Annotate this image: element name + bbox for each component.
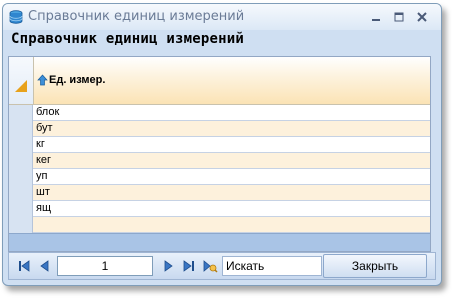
maximize-icon[interactable]: [392, 10, 406, 24]
grid-filler: [9, 217, 33, 233]
sort-ascending-icon: [37, 74, 48, 86]
form-heading: Справочник единиц измерений: [11, 31, 244, 47]
table-cell: ящ: [36, 202, 52, 214]
new-row[interactable]: [9, 217, 430, 233]
row-selector[interactable]: [9, 137, 33, 153]
next-record-icon[interactable]: [160, 258, 176, 274]
row-selector[interactable]: [9, 153, 33, 169]
column-header-label: Ед. измер.: [49, 74, 106, 86]
last-record-icon[interactable]: [181, 258, 197, 274]
table-cell: бут: [36, 122, 53, 134]
window-title: Справочник единиц измерений: [28, 9, 245, 24]
navigator-bar: Искать Закрыть: [8, 252, 436, 280]
table-row[interactable]: уп: [9, 169, 430, 185]
previous-record-icon[interactable]: [37, 258, 53, 274]
table-cell: шт: [36, 186, 50, 198]
first-record-icon[interactable]: [16, 258, 32, 274]
page-number-input[interactable]: [57, 256, 153, 276]
grid-header: Ед. измер.: [9, 57, 430, 105]
grid-corner[interactable]: [9, 57, 34, 104]
row-selector[interactable]: [9, 201, 33, 217]
grid-footer: [9, 233, 430, 251]
minimize-icon[interactable]: [369, 10, 383, 24]
row-selector[interactable]: [9, 105, 33, 121]
close-icon[interactable]: [415, 10, 429, 24]
units-grid[interactable]: Ед. измер. блок бут кг кег уп шт ящ: [8, 56, 431, 252]
database-icon: [9, 10, 23, 24]
title-bar[interactable]: Справочник единиц измерений: [3, 4, 441, 30]
table-row[interactable]: кег: [9, 153, 430, 169]
select-all-icon: [15, 80, 27, 92]
table-row[interactable]: кг: [9, 137, 430, 153]
table-cell: блок: [36, 106, 60, 118]
table-cell: кг: [36, 138, 45, 150]
row-selector[interactable]: [9, 121, 33, 137]
row-selector[interactable]: [9, 185, 33, 201]
close-button[interactable]: Закрыть: [323, 254, 427, 278]
row-selector[interactable]: [9, 169, 33, 185]
column-header-unit[interactable]: Ед. измер.: [37, 74, 105, 86]
table-cell: уп: [36, 170, 48, 182]
table-row[interactable]: шт: [9, 185, 430, 201]
table-row[interactable]: блок: [9, 105, 430, 121]
table-cell: кег: [36, 154, 52, 166]
grid-rows: блок бут кг кег уп шт ящ: [9, 105, 430, 233]
table-row[interactable]: бут: [9, 121, 430, 137]
search-field[interactable]: Искать: [222, 256, 322, 276]
table-row[interactable]: ящ: [9, 201, 430, 217]
search-icon[interactable]: [202, 258, 218, 274]
dialog-window: Справочник единиц измерений Справочник е…: [2, 3, 442, 286]
